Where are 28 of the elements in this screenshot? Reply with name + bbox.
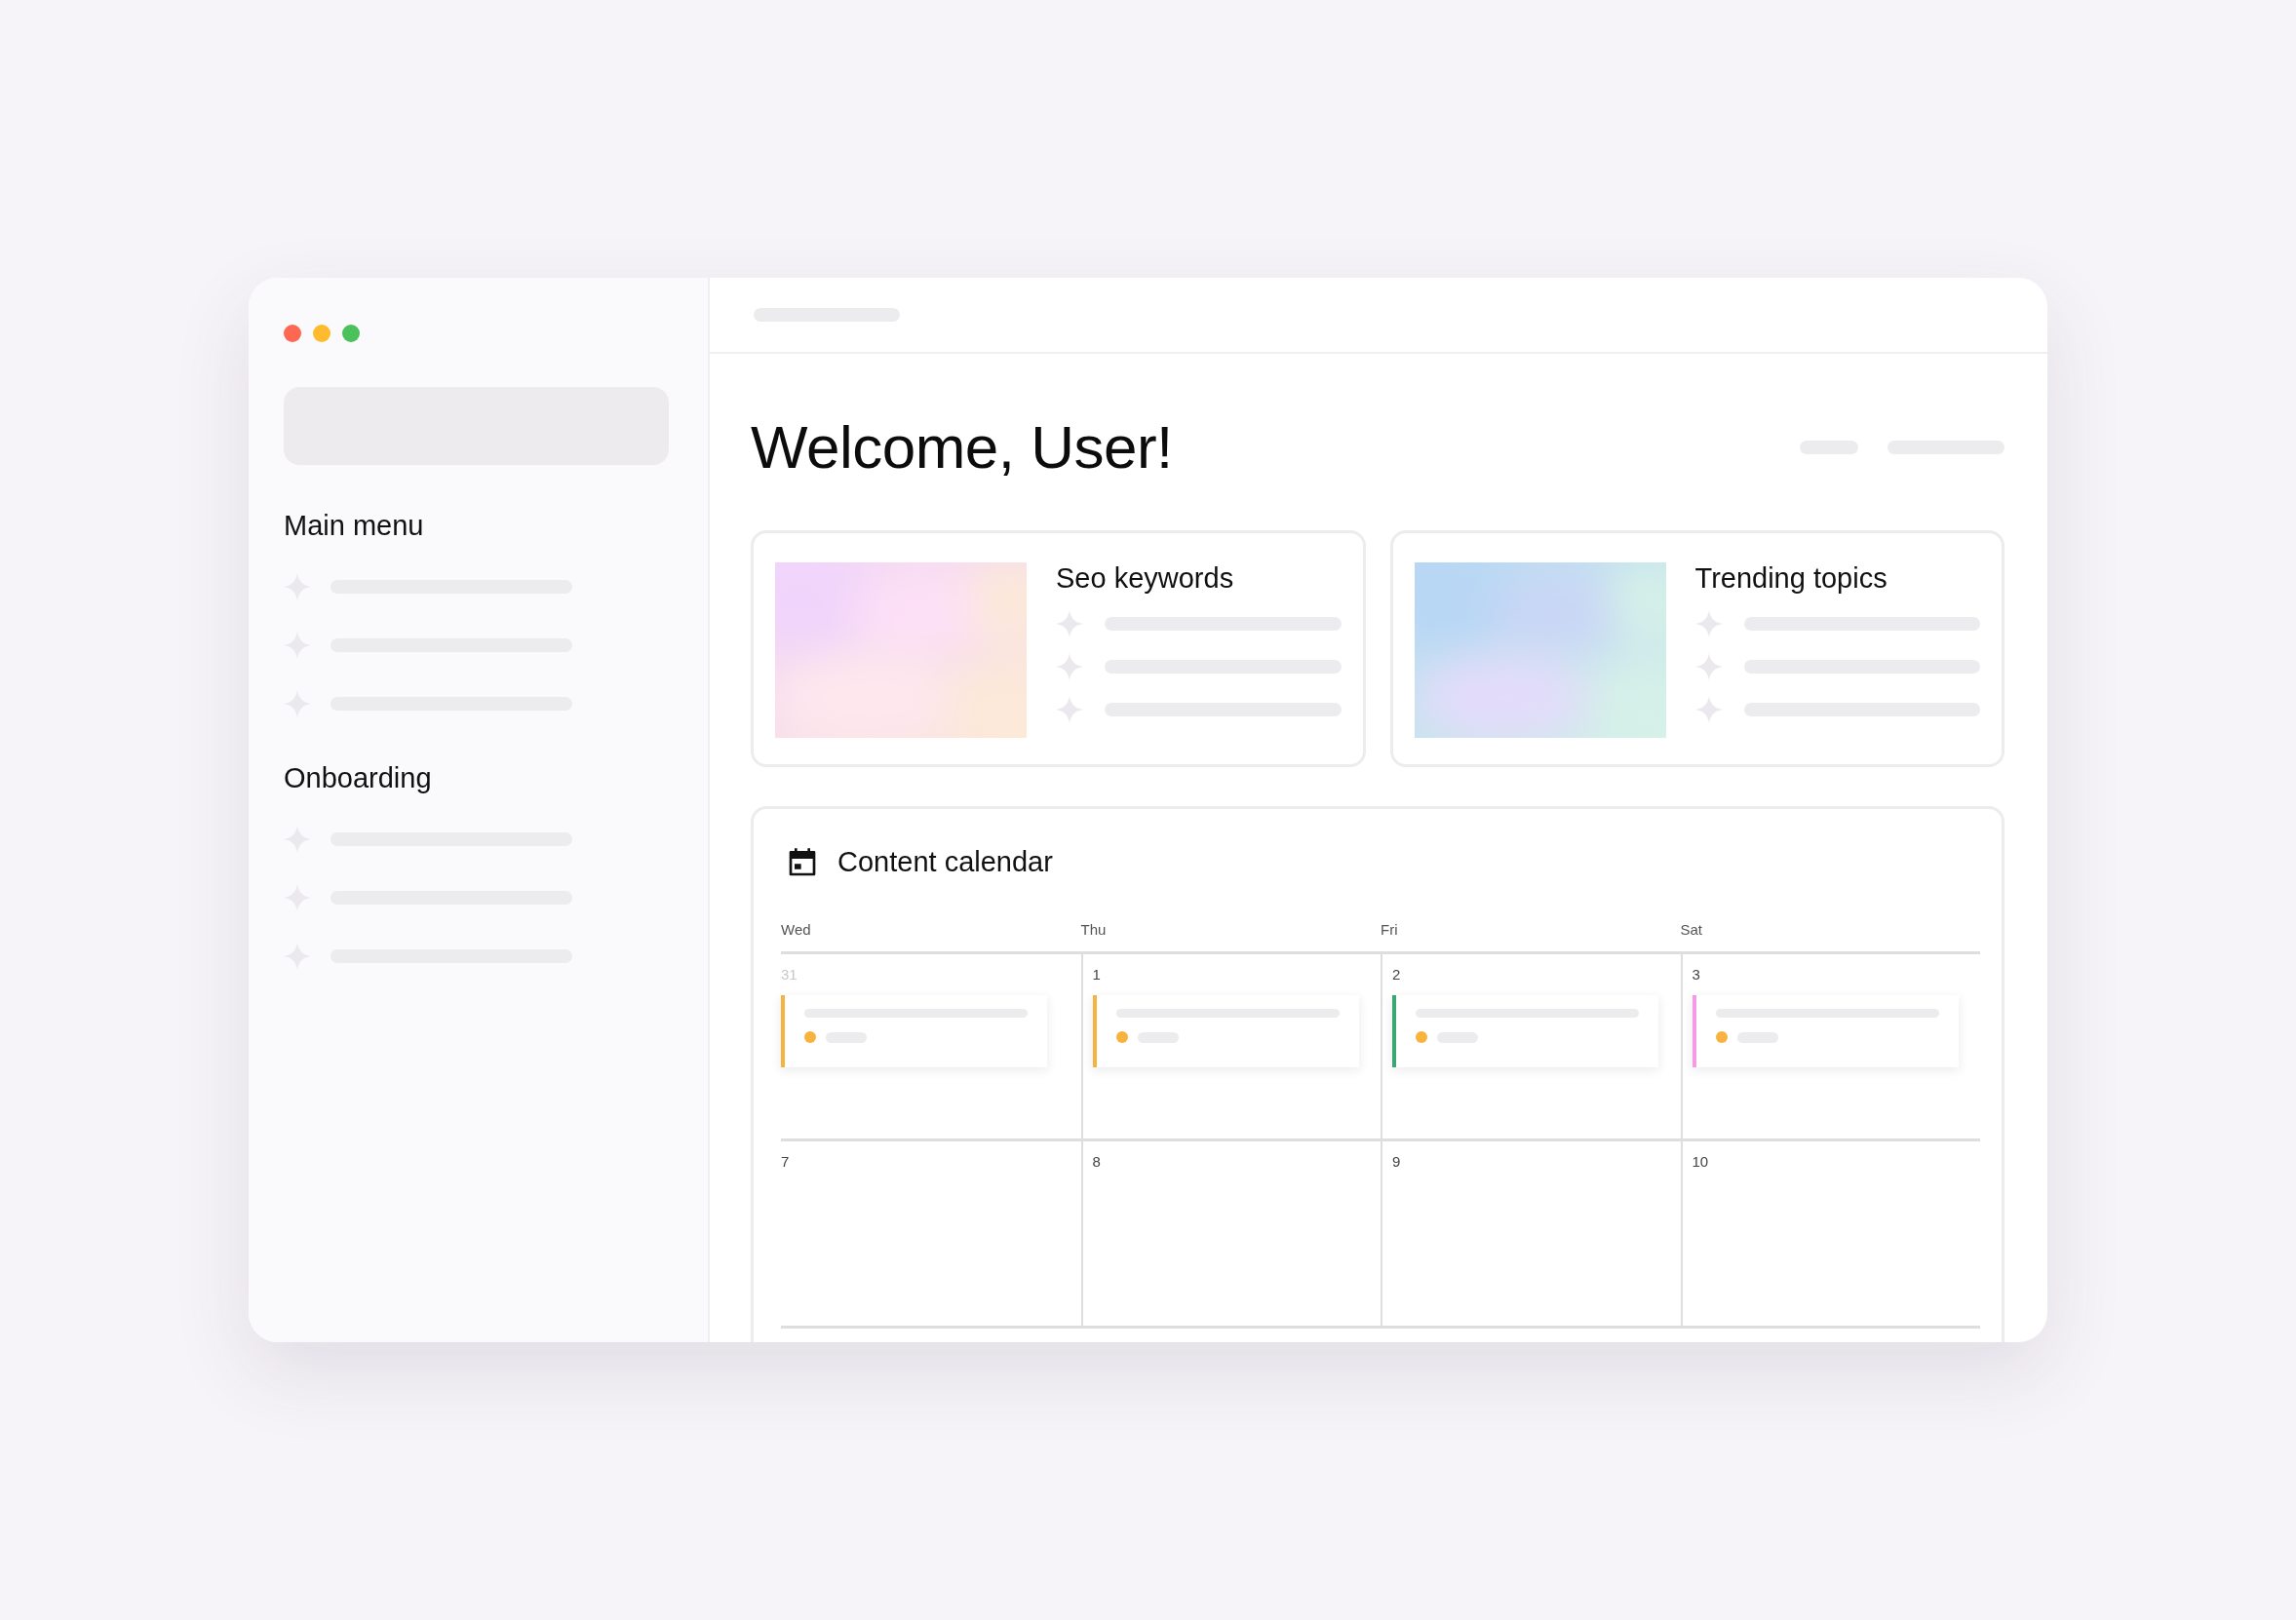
feature-card[interactable]: Seo keywords bbox=[751, 530, 1366, 767]
date-number: 7 bbox=[781, 1153, 790, 1170]
date-number: 2 bbox=[1392, 966, 1401, 983]
calendar-title: Content calendar bbox=[837, 846, 1053, 878]
date-number: 1 bbox=[1092, 966, 1101, 983]
date-number: 10 bbox=[1692, 1153, 1709, 1170]
event-card[interactable] bbox=[1692, 995, 1959, 1067]
calendar-icon bbox=[787, 846, 818, 878]
weekday-label: Sat bbox=[1680, 921, 1703, 938]
event-card[interactable] bbox=[781, 995, 1047, 1067]
date-number: 8 bbox=[1092, 1153, 1101, 1170]
welcome-heading: Welcome, User! bbox=[751, 412, 1173, 482]
weekday-label: Thu bbox=[1080, 921, 1108, 938]
section-title: Main menu bbox=[284, 510, 425, 542]
weekday-label: Fri bbox=[1381, 921, 1399, 938]
maximize-button[interactable] bbox=[342, 325, 360, 342]
card-title: Seo keywords bbox=[1056, 562, 1235, 595]
close-button[interactable] bbox=[284, 325, 301, 342]
weekday-label: Wed bbox=[781, 921, 812, 938]
card-title: Trending topics bbox=[1694, 562, 1888, 595]
section-title: Onboarding bbox=[284, 762, 433, 794]
date-number: 3 bbox=[1692, 966, 1700, 983]
feature-card[interactable]: Trending topics bbox=[1389, 530, 2004, 767]
date-number: 31 bbox=[781, 966, 798, 983]
event-card[interactable] bbox=[1092, 995, 1359, 1067]
event-card[interactable] bbox=[1392, 995, 1658, 1067]
minimize-button[interactable] bbox=[313, 325, 331, 342]
date-number: 9 bbox=[1392, 1153, 1401, 1170]
